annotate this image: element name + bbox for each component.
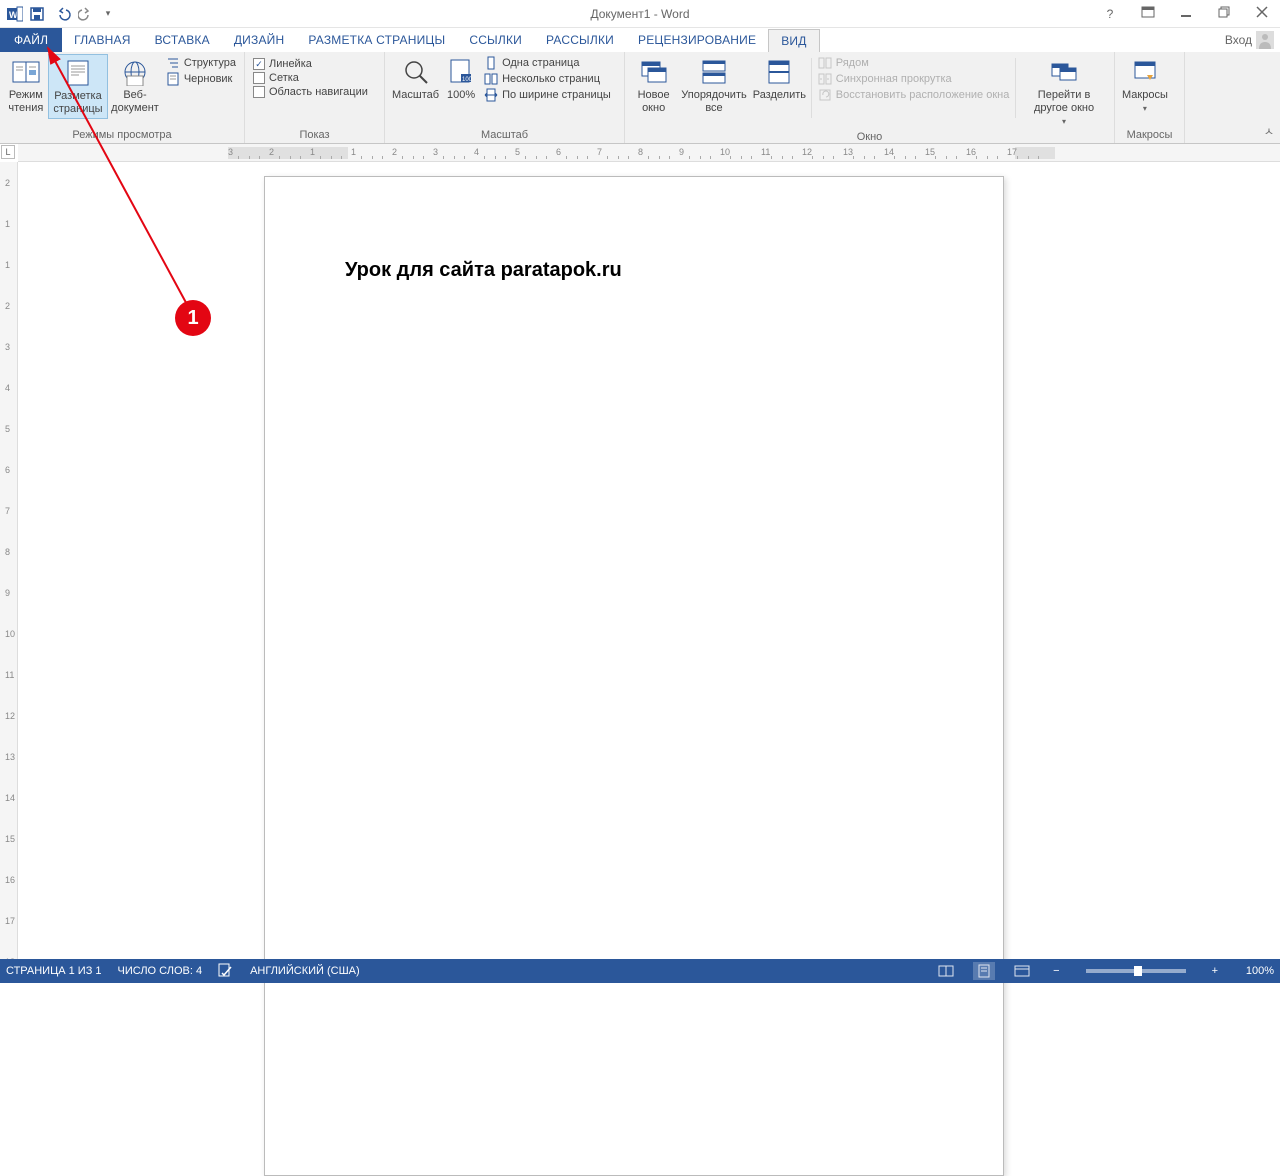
read-mode-view-icon[interactable] (935, 962, 957, 980)
minimize-icon[interactable] (1174, 6, 1198, 21)
split-icon (763, 56, 795, 88)
multi-page-button[interactable]: Несколько страниц (484, 72, 611, 86)
tab-mailings[interactable]: РАССЫЛКИ (534, 28, 626, 52)
word-app-icon: W (6, 5, 24, 23)
titlebar: W ▾ Документ1 - Word ? (0, 0, 1280, 28)
collapse-ribbon-icon[interactable]: ㅅ (1264, 123, 1274, 139)
print-layout-view-icon[interactable] (973, 962, 995, 980)
zoom-button[interactable]: Масштаб (389, 54, 442, 104)
nav-pane-checkbox[interactable]: Область навигации (253, 86, 368, 98)
document-title: Документ1 - Word (590, 7, 689, 21)
views-group-label: Режимы просмотра (4, 128, 240, 143)
checkbox-icon (253, 86, 265, 98)
print-layout-label: Разметка страницы (52, 90, 104, 116)
macros-icon (1129, 56, 1161, 88)
horizontal-ruler[interactable]: 3211234567891011121314151617 (18, 144, 1280, 162)
web-layout-button[interactable]: Веб-документ (108, 54, 162, 117)
tab-design[interactable]: ДИЗАЙН (222, 28, 297, 52)
one-page-button[interactable]: Одна страница (484, 56, 611, 70)
macros-group-label: Макросы (1119, 128, 1180, 143)
workspace: L 3211234567891011121314151617 211234567… (0, 144, 1280, 959)
status-language[interactable]: АНГЛИЙСКИЙ (США) (250, 965, 360, 977)
save-icon[interactable] (28, 5, 46, 23)
status-words[interactable]: ЧИСЛО СЛОВ: 4 (118, 965, 203, 977)
statusbar: СТРАНИЦА 1 ИЗ 1 ЧИСЛО СЛОВ: 4 АНГЛИЙСКИЙ… (0, 959, 1280, 983)
draft-button[interactable]: Черновик (166, 72, 236, 86)
multi-page-icon (484, 72, 498, 86)
zoom-level[interactable]: 100% (1238, 965, 1274, 977)
zoom-icon (400, 56, 432, 88)
checkbox-checked-icon: ✓ (253, 58, 265, 70)
qat-customize-icon[interactable]: ▾ (99, 5, 117, 23)
page-width-button[interactable]: По ширине страницы (484, 88, 611, 102)
side-by-side-button: Рядом (818, 56, 1010, 70)
outline-icon (166, 56, 180, 70)
web-layout-view-icon[interactable] (1011, 962, 1033, 980)
svg-text:100: 100 (462, 77, 473, 83)
zoom-group-label: Масштаб (389, 128, 620, 143)
tab-references[interactable]: ССЫЛКИ (457, 28, 534, 52)
undo-icon[interactable] (55, 5, 73, 23)
restore-icon[interactable] (1212, 6, 1236, 21)
outline-button[interactable]: Структура (166, 56, 236, 70)
reading-mode-button[interactable]: Режим чтения (4, 54, 48, 117)
draft-icon (166, 72, 180, 86)
sync-scroll-icon (818, 72, 832, 86)
print-layout-icon (62, 57, 94, 89)
gridlines-checkbox[interactable]: Сетка (253, 72, 368, 84)
checkbox-icon (253, 72, 265, 84)
reading-mode-icon (10, 56, 42, 88)
sign-in-link[interactable]: Вход (1225, 33, 1252, 47)
ribbon-tabs: ФАЙЛ ГЛАВНАЯ ВСТАВКА ДИЗАЙН РАЗМЕТКА СТР… (0, 28, 1280, 52)
switch-windows-button[interactable]: Перейти в другое окно ▾ (1018, 54, 1110, 130)
tab-layout[interactable]: РАЗМЕТКА СТРАНИЦЫ (296, 28, 457, 52)
side-by-side-icon (818, 56, 832, 70)
print-layout-button[interactable]: Разметка страницы (48, 54, 108, 119)
status-page[interactable]: СТРАНИЦА 1 ИЗ 1 (6, 965, 102, 977)
document-text: Урок для сайта paratapok.ru (345, 259, 622, 282)
document-page[interactable]: Урок для сайта paratapok.ru (264, 176, 1004, 1176)
vertical-ruler[interactable]: 21123456789101112131415161718 (0, 162, 18, 959)
close-icon[interactable] (1250, 6, 1274, 21)
split-button[interactable]: Разделить (750, 54, 809, 104)
web-layout-icon (119, 56, 151, 88)
dropdown-icon: ▾ (1062, 115, 1066, 128)
user-avatar-icon[interactable] (1256, 31, 1274, 49)
dropdown-icon: ▾ (1143, 102, 1147, 115)
show-group-label: Показ (249, 128, 380, 143)
tab-review[interactable]: РЕЦЕНЗИРОВАНИЕ (626, 28, 768, 52)
tab-file[interactable]: ФАЙЛ (0, 28, 62, 52)
switch-windows-icon (1048, 56, 1080, 88)
quick-access-toolbar: W ▾ (0, 5, 117, 23)
status-proofing-icon[interactable] (218, 963, 234, 980)
sync-scroll-button: Синхронная прокрутка (818, 72, 1010, 86)
window-group-label: Окно (629, 130, 1110, 145)
annotation-badge: 1 (175, 300, 211, 336)
help-icon[interactable]: ? (1098, 7, 1122, 21)
reading-mode-label: Режим чтения (7, 89, 45, 115)
new-window-icon (638, 56, 670, 88)
arrange-all-button[interactable]: Упорядочить все (678, 54, 749, 117)
ruler-corner-icon[interactable]: L (1, 145, 15, 159)
web-layout-label: Веб-документ (111, 89, 159, 115)
hundred-percent-button[interactable]: 100 100% (442, 54, 480, 104)
zoom-out-button[interactable]: − (1049, 965, 1063, 977)
ruler-checkbox[interactable]: ✓ Линейка (253, 58, 368, 70)
tab-home[interactable]: ГЛАВНАЯ (62, 28, 142, 52)
macros-button[interactable]: Макросы ▾ (1119, 54, 1171, 117)
arrange-all-icon (698, 56, 730, 88)
ribbon-display-icon[interactable] (1136, 6, 1160, 21)
redo-icon[interactable] (77, 5, 95, 23)
one-page-icon (484, 56, 498, 70)
reset-position-button: Восстановить расположение окна (818, 88, 1010, 102)
tab-view[interactable]: ВИД (768, 29, 819, 53)
tab-insert[interactable]: ВСТАВКА (143, 28, 222, 52)
page-width-icon (484, 88, 498, 102)
zoom-in-button[interactable]: + (1208, 965, 1222, 977)
new-window-button[interactable]: Новое окно (629, 54, 678, 117)
zoom-slider[interactable] (1086, 969, 1186, 973)
ribbon: Режим чтения Разметка страницы Веб-докум… (0, 52, 1280, 144)
hundred-icon: 100 (445, 56, 477, 88)
reset-position-icon (818, 88, 832, 102)
